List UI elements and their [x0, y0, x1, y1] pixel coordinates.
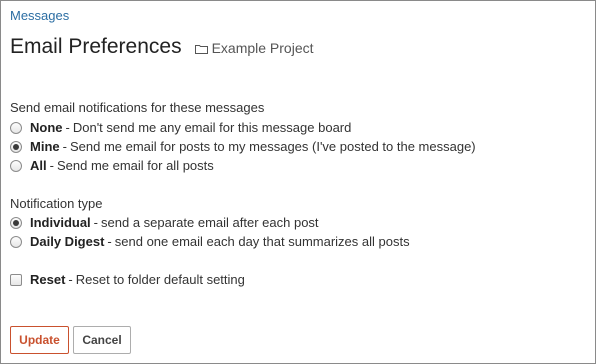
option-reset-desc: Reset to folder default setting: [75, 272, 245, 287]
title-row: Email Preferences Example Project: [10, 35, 314, 59]
option-reset-sep: -: [68, 272, 73, 287]
option-reset[interactable]: Reset - Reset to folder default setting: [10, 272, 245, 287]
email-preferences-panel: Messages Email Preferences Example Proje…: [0, 0, 596, 364]
project-label: Example Project: [194, 40, 314, 56]
checkbox-reset[interactable]: [10, 273, 22, 286]
option-mine-sep: -: [62, 139, 67, 154]
radio-mine[interactable]: [10, 140, 22, 153]
folder-icon: [194, 44, 208, 54]
option-all[interactable]: All - Send me email for all posts: [10, 158, 214, 173]
page-title: Email Preferences: [10, 35, 182, 58]
option-individual-desc: send a separate email after each post: [101, 215, 319, 230]
option-all-desc: Send me email for all posts: [56, 158, 214, 173]
option-daily-digest-desc: send one email each day that summarizes …: [114, 234, 410, 249]
update-button[interactable]: Update: [10, 326, 69, 354]
option-daily-digest[interactable]: Daily Digest - send one email each day t…: [10, 234, 410, 249]
option-all-name: All: [30, 158, 47, 173]
option-mine[interactable]: Mine - Send me email for posts to my mes…: [10, 139, 476, 154]
option-individual-name: Individual: [30, 215, 91, 230]
option-none-desc: Don't send me any email for this message…: [72, 120, 352, 135]
option-individual-sep: -: [93, 215, 99, 230]
option-all-sep: -: [49, 158, 54, 173]
option-daily-digest-sep: -: [107, 234, 112, 249]
radio-all[interactable]: [10, 159, 22, 172]
radio-none[interactable]: [10, 121, 22, 134]
radio-individual[interactable]: [10, 216, 22, 229]
option-none-name: None: [30, 120, 63, 135]
breadcrumb-messages[interactable]: Messages: [10, 8, 69, 23]
option-mine-name: Mine: [30, 139, 60, 154]
option-daily-digest-name: Daily Digest: [30, 234, 105, 249]
option-individual[interactable]: Individual - send a separate email after…: [10, 215, 319, 230]
notification-type-label: Notification type: [10, 196, 103, 211]
option-reset-name: Reset: [30, 272, 66, 287]
project-name: Example Project: [211, 40, 314, 56]
option-none-sep: -: [65, 120, 70, 135]
option-none[interactable]: None - Don't send me any email for this …: [10, 120, 351, 135]
option-mine-desc: Send me email for posts to my messages (…: [69, 139, 476, 154]
cancel-button[interactable]: Cancel: [73, 326, 131, 354]
radio-daily-digest[interactable]: [10, 235, 22, 248]
notifications-label: Send email notifications for these messa…: [10, 100, 265, 115]
